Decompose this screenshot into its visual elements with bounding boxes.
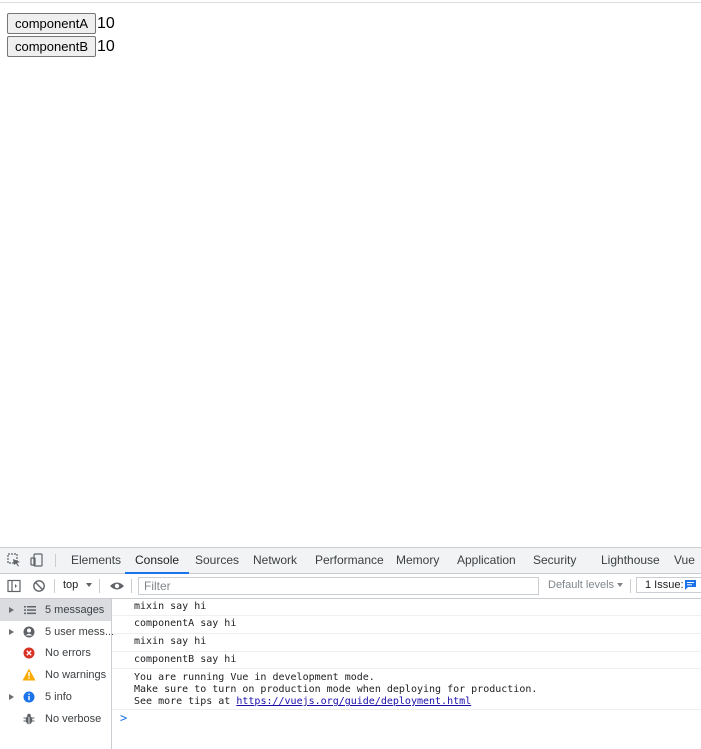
info-icon (23, 691, 35, 703)
tab-performance[interactable]: Performance (315, 548, 384, 573)
console-message-text: See more tips at (134, 696, 237, 707)
sidebar-item-label: 5 user mess... (45, 626, 115, 638)
issue-message-icon (685, 580, 696, 590)
component-a-count: 10 (97, 14, 115, 32)
vue-deployment-link[interactable]: https://vuejs.org/guide/deployment.html (236, 696, 471, 707)
component-b-button[interactable]: componentB (7, 36, 96, 57)
console-message: mixin say hi (112, 599, 701, 616)
user-icon (23, 626, 35, 638)
console-message-line3: See more tips at https://vuejs.org/guide… (134, 696, 471, 708)
devtools-panel: Elements Console Sources Network Perform… (0, 547, 701, 749)
tab-memory[interactable]: Memory (396, 548, 439, 573)
device-toolbar-icon[interactable] (30, 553, 44, 567)
tab-console[interactable]: Console (124, 548, 190, 574)
sidebar-item-user-messages[interactable]: 5 user mess... (0, 621, 115, 643)
tab-lighthouse[interactable]: Lighthouse (601, 548, 660, 573)
bug-icon (23, 713, 35, 725)
sidebar-toggle-icon[interactable] (7, 579, 21, 593)
console-message-text: mixin say hi (134, 601, 207, 612)
component-b-count: 10 (97, 37, 115, 55)
tab-application[interactable]: Application (457, 548, 516, 573)
inspect-element-icon[interactable] (7, 553, 21, 567)
expand-arrow-icon[interactable] (9, 607, 14, 613)
console-messages: mixin say hi componentA say hi mixin say… (112, 599, 701, 749)
toolbar-separator-2 (99, 579, 100, 593)
sidebar-item-label: No errors (45, 647, 91, 659)
live-expression-eye-icon[interactable] (109, 580, 125, 592)
sidebar-item-verbose[interactable]: No verbose (0, 708, 111, 730)
warning-icon (22, 668, 36, 681)
console-message-text: You are running Vue in development mode. (134, 672, 375, 683)
component-b-row: componentB 10 (7, 35, 115, 58)
sidebar-item-errors[interactable]: No errors (0, 642, 111, 664)
page-content: componentA 10 componentB 10 (7, 12, 115, 58)
devtools-tabbar: Elements Console Sources Network Perform… (0, 548, 701, 574)
context-selector[interactable]: top (63, 579, 78, 591)
sidebar-item-messages[interactable]: 5 messages (0, 599, 111, 621)
console-message: componentA say hi (112, 616, 701, 634)
console-message-text: Make sure to turn on production mode whe… (134, 684, 538, 695)
tab-elements[interactable]: Elements (71, 548, 121, 573)
tab-sources[interactable]: Sources (195, 548, 239, 573)
sidebar-item-warnings[interactable]: No warnings (0, 664, 111, 686)
filter-input[interactable] (138, 577, 539, 595)
expand-arrow-icon[interactable] (9, 694, 14, 700)
tab-network[interactable]: Network (253, 548, 297, 573)
console-message: mixin say hi (112, 634, 701, 652)
console-sidebar: 5 messages 5 user mess... No errors No w… (0, 599, 115, 749)
sidebar-item-label: 5 info (45, 691, 72, 703)
sidebar-item-info[interactable]: 5 info (0, 686, 111, 708)
issues-label: 1 Issue: (645, 579, 684, 591)
levels-dropdown-icon[interactable] (617, 583, 623, 587)
top-border (0, 2, 701, 3)
component-a-row: componentA 10 (7, 12, 115, 35)
tab-separator (55, 554, 56, 567)
sidebar-item-label: 5 messages (45, 604, 105, 616)
toolbar-separator-3 (131, 579, 132, 593)
tab-security[interactable]: Security (533, 548, 576, 573)
list-icon (24, 606, 36, 615)
sidebar-item-label: No verbose (45, 713, 102, 725)
console-message-text: componentB say hi (134, 654, 237, 665)
console-message-text: componentA say hi (134, 618, 237, 629)
error-icon (23, 647, 35, 659)
console-prompt-icon[interactable]: > (120, 711, 127, 725)
sidebar-item-label: No warnings (45, 669, 107, 681)
console-message-vue-dev-mode: You are running Vue in development mode.… (112, 669, 701, 710)
console-message-text: mixin say hi (134, 636, 207, 647)
expand-arrow-icon[interactable] (9, 629, 14, 635)
default-levels-dropdown[interactable]: Default levels (548, 579, 614, 591)
component-a-button[interactable]: componentA (7, 13, 96, 34)
toolbar-separator-4 (630, 579, 631, 593)
clear-console-icon[interactable] (32, 579, 46, 593)
tab-vue[interactable]: Vue (674, 548, 695, 573)
console-toolbar: top Default levels 1 Issue: (0, 574, 701, 599)
context-dropdown-icon[interactable] (86, 583, 92, 587)
toolbar-separator (54, 579, 55, 593)
console-message: componentB say hi (112, 652, 701, 669)
